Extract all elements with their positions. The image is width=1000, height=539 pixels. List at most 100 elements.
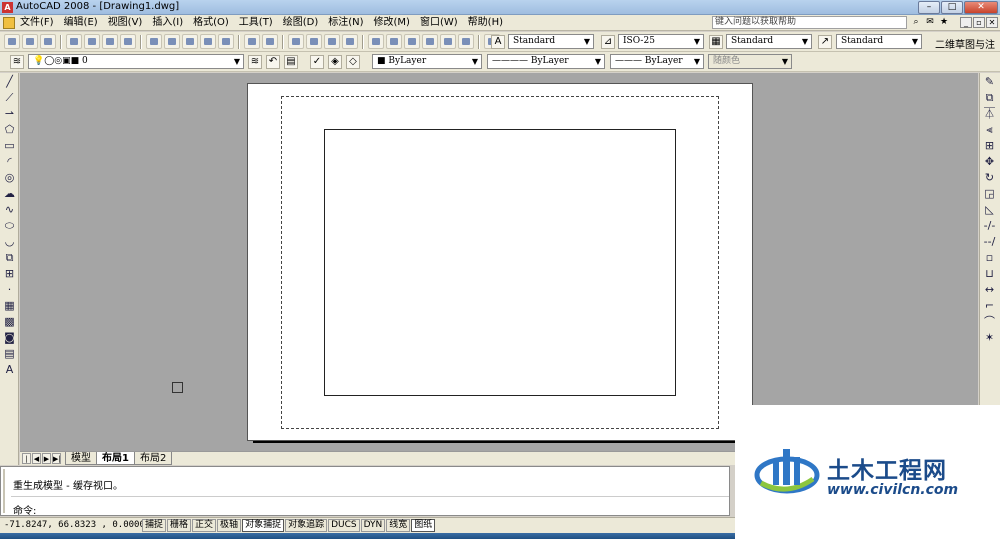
- zoom-realtime-icon[interactable]: [306, 34, 322, 49]
- properties-icon[interactable]: [368, 34, 384, 49]
- plot-icon[interactable]: [66, 34, 82, 49]
- match-prop-icon[interactable]: [200, 34, 216, 49]
- layout-viewport[interactable]: [324, 129, 676, 396]
- multileader-style-select[interactable]: Standard ▼: [836, 34, 922, 49]
- sheet-set-icon[interactable]: [422, 34, 438, 49]
- autocad-app-icon[interactable]: A: [2, 2, 13, 13]
- lineweight-select[interactable]: ——— ByLayer ▼: [610, 54, 704, 69]
- open-icon[interactable]: [22, 34, 38, 49]
- break-point-icon[interactable]: ▫: [982, 250, 997, 265]
- document-close-button[interactable]: ✕: [986, 17, 998, 28]
- status-toggle-button[interactable]: 线宽: [386, 519, 411, 532]
- tool-palettes-icon[interactable]: [404, 34, 420, 49]
- plot-preview-icon[interactable]: [84, 34, 100, 49]
- status-toggle-button[interactable]: 正交: [192, 519, 217, 532]
- dimension-style-select[interactable]: ISO-25 ▼: [618, 34, 704, 49]
- status-toggle-button[interactable]: 捕捉: [142, 519, 167, 532]
- hatch-icon[interactable]: ▦: [2, 298, 17, 313]
- menu-item[interactable]: 编辑(E): [64, 17, 98, 29]
- region-icon[interactable]: ◙: [2, 330, 17, 345]
- restore-button[interactable]: □: [941, 1, 963, 14]
- layer-manager-icon[interactable]: ≋: [10, 55, 24, 69]
- polyline-icon[interactable]: ⇀: [2, 106, 17, 121]
- status-toggle-button[interactable]: 对象追踪: [285, 519, 328, 532]
- copy-clip-icon[interactable]: [164, 34, 180, 49]
- layer-previous-icon[interactable]: ↶: [266, 55, 280, 69]
- layer-select[interactable]: 💡◯◎▣■ 0 ▼: [28, 54, 244, 69]
- rectangle-icon[interactable]: ▭: [2, 138, 17, 153]
- favorites-star-icon[interactable]: ★: [938, 16, 950, 28]
- tab-scroll-button[interactable]: ◀: [32, 453, 41, 464]
- construction-line-icon[interactable]: ⟋: [2, 90, 17, 105]
- command-line-grip[interactable]: [3, 469, 9, 513]
- publish-icon[interactable]: [102, 34, 118, 49]
- status-toggle-button[interactable]: 图纸: [411, 519, 436, 532]
- copy-icon[interactable]: ⧉: [982, 90, 997, 105]
- tab-scroll-button[interactable]: ▶|: [52, 453, 61, 464]
- zoom-previous-icon[interactable]: [342, 34, 358, 49]
- point-icon[interactable]: ·: [2, 282, 17, 297]
- menu-item[interactable]: 格式(O): [193, 17, 229, 29]
- paste-icon[interactable]: [182, 34, 198, 49]
- make-current-layer-icon[interactable]: ≋: [248, 55, 262, 69]
- close-button[interactable]: ✕: [964, 1, 998, 14]
- status-toggle-button[interactable]: 对象捕捉: [242, 519, 285, 532]
- markup-icon[interactable]: [440, 34, 456, 49]
- break-icon[interactable]: ⊔: [982, 266, 997, 281]
- move-icon[interactable]: ✥: [982, 154, 997, 169]
- calculator-icon[interactable]: [458, 34, 474, 49]
- offset-icon[interactable]: ⫷: [982, 122, 997, 137]
- undo-icon[interactable]: [244, 34, 260, 49]
- array-icon[interactable]: ⊞: [982, 138, 997, 153]
- join-icon[interactable]: ↔: [982, 282, 997, 297]
- block-editor-icon[interactable]: [218, 34, 234, 49]
- tab-layout2[interactable]: 布局2: [133, 452, 173, 465]
- coordinate-readout[interactable]: -71.8247, 66.8323 , 0.0000: [4, 520, 145, 530]
- menu-item[interactable]: 文件(F): [20, 17, 54, 29]
- ellipse-icon[interactable]: ⬭: [2, 218, 17, 233]
- help-search-input[interactable]: 键入问题以获取帮助: [712, 16, 907, 29]
- mtext-icon[interactable]: A: [2, 362, 17, 377]
- menu-item[interactable]: 帮助(H): [468, 17, 503, 29]
- chamfer-icon[interactable]: ⌐: [982, 298, 997, 313]
- status-toggle-button[interactable]: DUCS: [328, 519, 360, 532]
- 3d-dwf-icon[interactable]: [120, 34, 136, 49]
- fillet-icon[interactable]: ⌒: [982, 314, 997, 329]
- insert-block-icon[interactable]: ⧉: [2, 250, 17, 265]
- new-icon[interactable]: [4, 34, 20, 49]
- extend-icon[interactable]: --/: [982, 234, 997, 249]
- status-toggle-button[interactable]: DYN: [360, 519, 386, 532]
- menu-item[interactable]: 修改(M): [374, 17, 410, 29]
- arc-icon[interactable]: ◜: [2, 154, 17, 169]
- scale-icon[interactable]: ◲: [982, 186, 997, 201]
- make-block-icon[interactable]: ⊞: [2, 266, 17, 281]
- design-center-icon[interactable]: [386, 34, 402, 49]
- polygon-icon[interactable]: ⬠: [2, 122, 17, 137]
- table-style-select[interactable]: Standard ▼: [726, 34, 812, 49]
- menu-item[interactable]: 标注(N): [328, 17, 363, 29]
- ellipse-arc-icon[interactable]: ◡: [2, 234, 17, 249]
- dimension-style-icon[interactable]: ⊿: [601, 35, 615, 49]
- redo-icon[interactable]: [262, 34, 278, 49]
- minimize-button[interactable]: –: [918, 1, 940, 14]
- layer-isolate-icon[interactable]: ◈: [328, 55, 342, 69]
- tab-layout1[interactable]: 布局1: [96, 452, 135, 465]
- status-toggle-button[interactable]: 栅格: [167, 519, 192, 532]
- erase-icon[interactable]: ✎: [982, 74, 997, 89]
- spline-icon[interactable]: ∿: [2, 202, 17, 217]
- menu-item[interactable]: 窗口(W): [420, 17, 458, 29]
- mirror-icon[interactable]: ⏄: [982, 106, 997, 121]
- cut-icon[interactable]: [146, 34, 162, 49]
- line-icon[interactable]: ╱: [2, 74, 17, 89]
- document-minimize-button[interactable]: _: [960, 17, 972, 28]
- match-properties-icon[interactable]: ✓: [310, 55, 324, 69]
- color-select[interactable]: ■ ByLayer ▼: [372, 54, 482, 69]
- document-restore-button[interactable]: ▫: [973, 17, 985, 28]
- text-style-select[interactable]: Standard ▼: [508, 34, 594, 49]
- explode-icon[interactable]: ✶: [982, 330, 997, 345]
- revision-cloud-icon[interactable]: ☁: [2, 186, 17, 201]
- tab-scroll-button[interactable]: ▶: [42, 453, 51, 464]
- command-prompt[interactable]: 命令:: [13, 502, 36, 517]
- table-icon[interactable]: ▤: [2, 346, 17, 361]
- trim-icon[interactable]: -/-: [982, 218, 997, 233]
